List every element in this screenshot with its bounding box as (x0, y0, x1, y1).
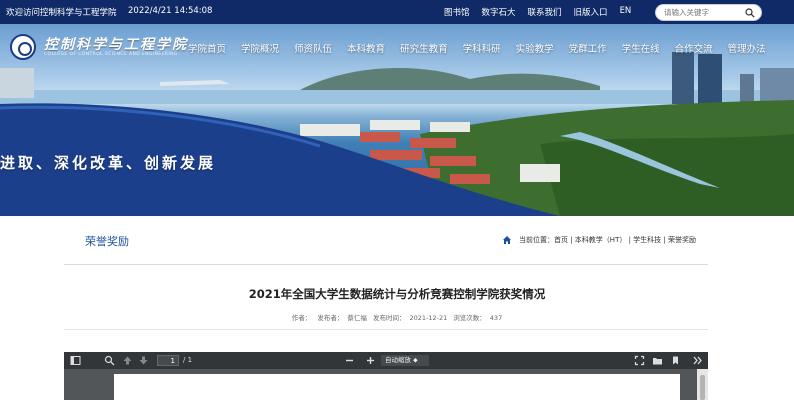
views-label: 浏览次数： (453, 314, 486, 322)
meta-divider (64, 329, 708, 330)
pdf-scrollbar[interactable] (697, 369, 708, 400)
main-nav: 学院首页 学院概况 师资队伍 本科教育 研究生教育 学科科研 实验教学 党群工作… (188, 41, 781, 55)
pdf-page[interactable] (114, 374, 680, 400)
page-number-input[interactable] (157, 355, 179, 366)
home-icon[interactable] (502, 235, 512, 245)
arrow-up-icon[interactable] (122, 355, 133, 366)
views-value: 437 (489, 314, 503, 322)
nav-lab-teaching[interactable]: 实验教学 (516, 41, 554, 55)
nav-party-work[interactable]: 党群工作 (569, 41, 607, 55)
arrow-down-icon[interactable] (138, 355, 149, 366)
nav-regulations[interactable]: 管理办法 (728, 41, 766, 55)
nav-overview[interactable]: 学院概况 (241, 41, 279, 55)
date-label: 发布时间： (372, 314, 406, 322)
section-title: 荣誉奖励 (85, 235, 129, 248)
fullscreen-icon[interactable] (634, 355, 645, 366)
pdf-toolbar: / 1 自动缩放 ⬥ (64, 352, 708, 369)
nav-research[interactable]: 学科科研 (463, 41, 501, 55)
publisher-value: 蔡仁福 (347, 314, 367, 322)
header-banner: 控制科学与工程学院 COLLEGE OF CONTROL SCIENCE AND… (0, 24, 794, 216)
article-meta: 作者： 发布者： 蔡仁福 发布时间： 2021-12-21 浏览次数： 437 (0, 312, 794, 322)
folder-icon[interactable] (652, 355, 663, 366)
school-name-en: COLLEGE OF CONTROL SCIENCE AND ENGINEERI… (44, 52, 178, 57)
page-total: / 1 (183, 356, 193, 364)
college-logo[interactable] (10, 34, 36, 60)
article-title: 2021年全国大学生数据统计与分析竞赛控制学院获奖情况 (248, 287, 546, 301)
nav-faculty[interactable]: 师资队伍 (294, 41, 332, 55)
nav-home[interactable]: 学院首页 (188, 41, 226, 55)
welcome-text: 欢迎访问控制科学与工程学院 (6, 8, 117, 18)
top-utility-bar: 欢迎访问控制科学与工程学院 2022/4/21 14:54:08 图书馆 数字石… (0, 0, 794, 24)
minus-icon[interactable] (344, 355, 355, 366)
link-library[interactable]: 图书馆 (444, 6, 470, 18)
zoom-select[interactable]: 自动缩放 ⬥ (381, 355, 429, 366)
top-links: 图书馆 数字石大 联系我们 旧版入口 EN (444, 6, 631, 18)
link-digital-campus[interactable]: 数字石大 (482, 6, 516, 18)
search-icon[interactable] (745, 8, 755, 18)
main-nav-bar: 控制科学与工程学院 COLLEGE OF CONTROL SCIENCE AND… (0, 24, 794, 68)
current-datetime: 2022/4/21 14:54:08 (128, 6, 213, 16)
breadcrumb[interactable]: 当前位置：首页 | 本科教学（HT） | 学生科技 | 荣誉奖励 (519, 235, 696, 245)
date-value: 2021-12-21 (409, 314, 448, 322)
search-icon[interactable] (104, 355, 115, 366)
sidebar-toggle-icon[interactable] (70, 355, 81, 366)
double-chevron-right-icon[interactable] (692, 355, 703, 366)
scrollbar-thumb[interactable] (700, 375, 705, 400)
author-label: 作者： (291, 314, 312, 322)
pdf-viewer: / 1 自动缩放 ⬥ (64, 352, 708, 400)
school-name: 控制科学与工程学院 (44, 37, 188, 53)
link-old-version[interactable]: 旧版入口 (574, 6, 608, 18)
bookmark-icon[interactable] (670, 355, 681, 366)
search-input[interactable] (664, 8, 746, 17)
link-contact-us[interactable]: 联系我们 (528, 6, 562, 18)
nav-cooperation[interactable]: 合作交流 (675, 41, 713, 55)
nav-undergraduate[interactable]: 本科教育 (347, 41, 385, 55)
breadcrumb-row: 荣誉奖励 当前位置：首页 | 本科教学（HT） | 学生科技 | 荣誉奖励 (64, 216, 708, 265)
search-box (655, 4, 762, 21)
nav-students[interactable]: 学生在线 (622, 41, 660, 55)
plus-icon[interactable] (365, 355, 376, 366)
banner-slogan: 进取、深化改革、创新发展 (0, 154, 217, 172)
nav-graduate[interactable]: 研究生教育 (400, 41, 448, 55)
publisher-label: 发布者： (317, 314, 344, 322)
link-english[interactable]: EN (620, 6, 632, 18)
